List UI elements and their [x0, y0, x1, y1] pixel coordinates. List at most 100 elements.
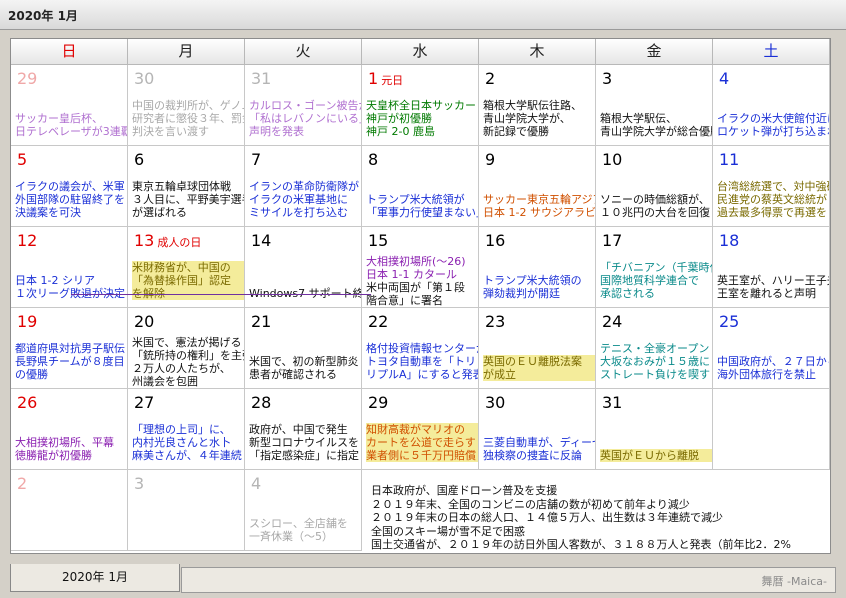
tab-month[interactable]: 2020年 1月 [10, 564, 180, 592]
event-line: 中国政府が、２７日から [717, 355, 829, 368]
event-line: 日本 1-2 シリア [15, 274, 95, 287]
day-number: 20 [134, 312, 154, 332]
day-cell[interactable]: 31 英国がＥＵから離脱 [596, 389, 713, 470]
day-cell[interactable]: 20 米国で、憲法が掲げる 「銃所持の権利」を主張 ２万人の人たちが、 州議会を包囲 [128, 308, 245, 389]
event-line: 知財高裁がマリオの [366, 423, 478, 436]
day-cell[interactable]: 3 [128, 470, 245, 551]
day-cell[interactable]: 13 成人の日 米財務省が、中国の 「為替操作国」認定 を解除 [128, 227, 245, 308]
event-line: 日本 1-2 サウジアラビア [483, 206, 595, 219]
event-line: ストレート負けを喫す [600, 368, 710, 381]
event-line: ロケット弾が打ち込まれる [717, 125, 829, 138]
day-number-value: 29 [17, 69, 38, 88]
day-cell[interactable]: 4 イラクの米大使館付近にロケット弾が打ち込まれる [713, 65, 830, 146]
event-line: が選ばれる [132, 206, 187, 219]
event-line: 青山学院大学が、 [483, 112, 571, 125]
day-number: 6 [134, 150, 144, 170]
day-cell[interactable]: 8 トランプ米大統領が 「軍事力行使望まない」 [362, 146, 479, 227]
day-cell[interactable]: 10 ソニーの時価総額が、 １０兆円の大台を回復 [596, 146, 713, 227]
day-cell[interactable]: 17 「チバニアン（千葉時代 国際地質科学連合で 承認される [596, 227, 713, 308]
day-number: 27 [134, 393, 154, 413]
event-line: 内村光良さんと水卜 [132, 436, 231, 449]
day-cell[interactable]: 26 大相撲初場所、平幕 徳勝龍が初優勝 [11, 389, 128, 470]
day-number: 3 [134, 474, 144, 494]
day-number-value: 9 [485, 150, 496, 169]
day-cell[interactable]: 2 箱根大学駅伝往路、 青山学院大学が、 新記録で優勝 [479, 65, 596, 146]
event-line: トランプ米大統領が [366, 193, 465, 206]
day-cell[interactable]: 6 東京五輪卓球団体戦 ３人目に、平野美宇選手 が選ばれる [128, 146, 245, 227]
day-cell[interactable]: 3 箱根大学駅伝、 青山学院大学が総合優勝 [596, 65, 713, 146]
day-number: 11 [719, 150, 739, 170]
event-line: イラクの米大使館付近に [717, 112, 829, 125]
day-number-value: 12 [17, 231, 38, 250]
day-number: 2 [17, 474, 27, 494]
event-line: 一斉休業（～5） [249, 530, 333, 543]
event-line: 業者側に５千万円賠償 [366, 449, 478, 462]
day-number: 29 [368, 393, 388, 413]
day-number: 19 [17, 312, 37, 332]
day-cell[interactable]: 21 米国で、初の新型肺炎 患者が確認される [245, 308, 362, 389]
day-cell[interactable]: 30 三菱自動車が、ディーゼル独検察の捜査に反論 [479, 389, 596, 470]
event-line: 判決を言い渡す [132, 125, 209, 138]
event-line: 「銃所持の権利」を主張 [132, 349, 244, 362]
day-cell[interactable]: 31 カルロス・ゴーン被告が 「私はレバノンにいる」 声明を発表 [245, 65, 362, 146]
day-number-value: 18 [719, 231, 740, 250]
day-cell[interactable]: 23 英国のＥＵ離脱法案 が成立 [479, 308, 596, 389]
day-cell[interactable]: 15 大相撲初場所(～26) 日本 1-1 カタール 米中両国が「第１段 階合意」に署名 [362, 227, 479, 308]
weekday-header: 日 [11, 39, 128, 65]
event-line: 「為替操作国」認定 [132, 274, 244, 287]
monthly-notes: 日本政府が、国産ドローン普及を支援 ２０１９年末、全国のコンビニの店舗の数が初めて… [367, 482, 830, 553]
event-line: 徳勝龍が初優勝 [15, 449, 92, 462]
day-cell[interactable]: 16 トランプ米大統領の 弾劾裁判が開廷 [479, 227, 596, 308]
event-line: 青山学院大学が総合優勝 [600, 125, 712, 138]
day-number: 15 [368, 231, 388, 251]
day-cell[interactable]: 1 元日 天皇杯全日本サッカー 神戸が初優勝 神戸 2-0 鹿島 [362, 65, 479, 146]
day-cell[interactable]: 5 イラクの議会が、米軍 外国部隊の駐留終了を 決議案を可決 [11, 146, 128, 227]
event-line: 米財務省が、中国の [132, 261, 244, 274]
day-cell[interactable]: 2 [11, 470, 128, 551]
day-cell[interactable]: 29 知財高裁がマリオの カートを公道で走らす 業者側に５千万円賠償 [362, 389, 479, 470]
weekday-header: 月 [128, 39, 245, 65]
day-number-value: 24 [602, 312, 623, 331]
day-cell[interactable]: 27 「理想の上司」に、 内村光良さんと水卜 麻美さんが、４年連続 [128, 389, 245, 470]
event-line: 患者が確認される [249, 368, 337, 381]
day-cell[interactable]: 7 イランの革命防衛隊が イラクの米軍基地に ミサイルを打ち込む [245, 146, 362, 227]
day-cell[interactable]: 12 日本 1-2 シリア １次リーグ敗退が決定 [11, 227, 128, 308]
event-line: 海外団体旅行を禁止 [717, 368, 816, 381]
event-line: 声明を発表 [249, 125, 304, 138]
weekday-header: 土 [713, 39, 830, 65]
weekday-header: 金 [596, 39, 713, 65]
day-cell[interactable]: 14Windows7 サポート終了 [245, 227, 362, 308]
day-number-value: 15 [368, 231, 389, 250]
day-number: 10 [602, 150, 622, 170]
day-cell[interactable]: 24 テニス・全豪オープン 大坂なおみが１５歳に ストレート負けを喫す [596, 308, 713, 389]
day-cell[interactable]: 22 格付投資情報センターが トヨタ自動車を「トリ リプルA」にすると発表 [362, 308, 479, 389]
note-line: ２０１９年末の日本の総人口、１４億５万人、出生数は３年連続で減少 [371, 511, 723, 524]
day-number: 21 [251, 312, 271, 332]
event-line: 箱根大学駅伝往路、 [483, 99, 582, 112]
day-number-value: 7 [251, 150, 262, 169]
event-line: 過去最多得票で再選を [717, 206, 827, 219]
event-line: 麻美さんが、４年連続 [132, 449, 242, 462]
day-cell[interactable]: 9 サッカー東京五輪アジア 日本 1-2 サウジアラビア [479, 146, 596, 227]
day-cell[interactable]: 29 サッカー皇后杯、 日テレベレーザが3連覇 [11, 65, 128, 146]
day-number: 24 [602, 312, 622, 332]
event-line: 三菱自動車が、ディーゼル [483, 436, 595, 449]
day-number-value: 4 [251, 474, 262, 493]
day-cell[interactable]: 18 英王室が、ハリー王子夫妻王室を離れると声明 [713, 227, 830, 308]
calendar-grid: 日月火水木金土 29 サッカー皇后杯、 日テレベレーザが3連覇 30 中国の裁判所が、ゲ… [10, 38, 831, 554]
day-cell[interactable] [713, 389, 830, 470]
event-line: カートを公道で走らす [366, 436, 478, 449]
day-cell[interactable]: 25 中国政府が、２７日から 海外団体旅行を禁止 [713, 308, 830, 389]
day-number-value: 26 [17, 393, 38, 412]
day-cell[interactable]: 28 政府が、中国で発生 新型コロナウイルスを 「指定感染症」に指定 [245, 389, 362, 470]
day-cell[interactable]: 19 都道府県対抗男子駅伝 長野県チームが８度目 の優勝 [11, 308, 128, 389]
day-number-value: 4 [719, 69, 730, 88]
day-cell[interactable]: 11 台湾総統選で、対中強硬 民進党の蔡英文総統が 過去最多得票で再選を [713, 146, 830, 227]
event-line: 国際地質科学連合で [600, 274, 699, 287]
day-number: 9 [485, 150, 495, 170]
day-cell[interactable]: 30 中国の裁判所が、ゲノム 研究者に懲役３年、罰金 判決を言い渡す [128, 65, 245, 146]
event-line: 神戸 2-0 鹿島 [366, 125, 435, 138]
day-cell[interactable]: 4 スシロー、全店舗を 一斉休業（～5） [245, 470, 362, 551]
day-number: 3 [602, 69, 612, 89]
note-line: 全国のスキー場が雪不足で困惑 [371, 524, 525, 538]
